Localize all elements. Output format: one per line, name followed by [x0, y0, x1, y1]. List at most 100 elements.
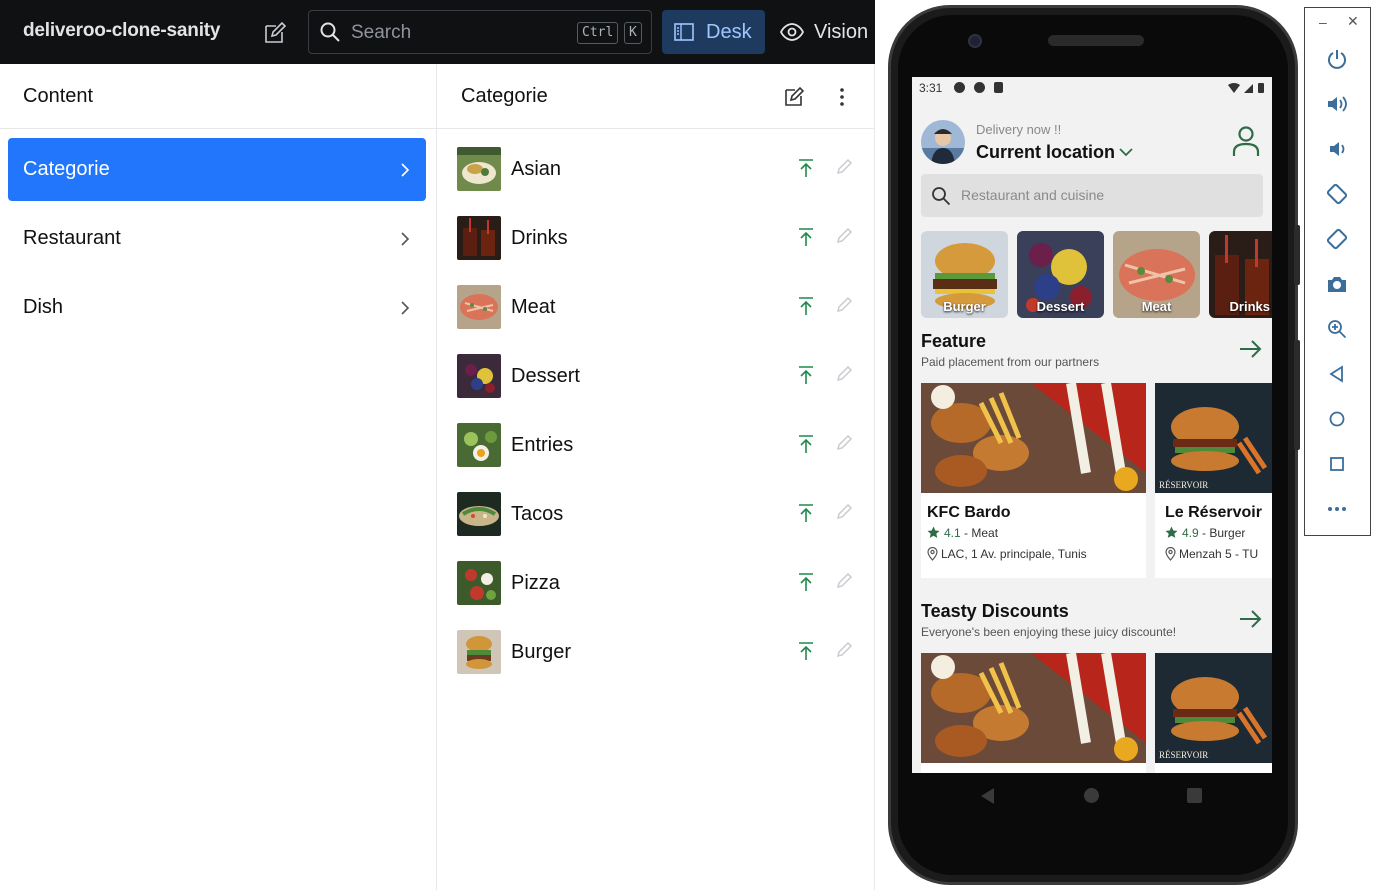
published-icon	[799, 504, 813, 522]
project-name[interactable]: deliveroo-clone-sanity	[23, 20, 220, 42]
compose-icon[interactable]	[262, 20, 288, 46]
location-pin-icon	[1165, 547, 1176, 561]
published-icon	[799, 159, 813, 177]
studio-search[interactable]: Search Ctrl K	[308, 10, 652, 54]
shortcut-ctrl: Ctrl	[577, 22, 619, 44]
document-row[interactable]: Tacos	[437, 481, 874, 550]
published-icon	[799, 297, 813, 315]
list-pane-title: Categorie	[461, 85, 548, 107]
minimize-icon[interactable]: –	[1319, 14, 1327, 30]
shortcut-k: K	[624, 22, 642, 44]
user-icon[interactable]	[1232, 125, 1260, 157]
volume-up-icon[interactable]	[1326, 93, 1348, 115]
edit-pencil-icon[interactable]	[835, 572, 853, 590]
nav-item-label: Restaurant	[23, 227, 121, 249]
document-thumbnail	[457, 630, 501, 674]
document-row[interactable]: Asian	[437, 136, 874, 205]
search-placeholder: Search	[351, 22, 412, 43]
document-thumbnail	[457, 492, 501, 536]
edit-pencil-icon[interactable]	[835, 227, 853, 245]
category-label: Drinks	[1229, 299, 1270, 314]
restaurant-card[interactable]	[921, 653, 1146, 773]
edit-pencil-icon[interactable]	[835, 641, 853, 659]
edit-pencil-icon[interactable]	[835, 503, 853, 521]
notification-icon	[974, 82, 985, 93]
category-card[interactable]: Burger	[921, 231, 1008, 318]
more-vertical-icon[interactable]	[830, 85, 854, 109]
published-icon	[799, 642, 813, 660]
home-circle-icon[interactable]	[1084, 788, 1099, 803]
avatar[interactable]	[921, 120, 965, 164]
restaurant-name: KFC Bardo	[927, 504, 1011, 521]
published-icon	[799, 435, 813, 453]
compose-icon[interactable]	[782, 85, 806, 109]
power-icon[interactable]	[1326, 48, 1348, 70]
volume-side-button[interactable]	[1294, 340, 1300, 450]
nav-item-categorie[interactable]: Categorie	[8, 138, 426, 201]
back-triangle-icon[interactable]	[980, 787, 996, 805]
restaurant-image: RÉSERVOIR	[1155, 653, 1272, 763]
document-row[interactable]: Entries	[437, 412, 874, 481]
category-card[interactable]: Drinks	[1209, 231, 1272, 318]
category-card[interactable]: Meat	[1113, 231, 1200, 318]
home-icon[interactable]	[1326, 408, 1348, 430]
vision-tool-button[interactable]: Vision	[778, 10, 875, 54]
nav-item-dish[interactable]: Dish	[8, 276, 426, 339]
restaurant-name: Le Réservoir	[1165, 504, 1262, 521]
document-thumbnail	[457, 423, 501, 467]
zoom-icon[interactable]	[1326, 318, 1348, 340]
earpiece-speaker	[1048, 35, 1144, 46]
document-row[interactable]: Drinks	[437, 205, 874, 274]
current-location[interactable]: Current location	[976, 142, 1115, 163]
restaurant-rating-row: 4.9 - Burger	[1165, 526, 1245, 540]
rotate-left-icon[interactable]	[1326, 183, 1348, 205]
document-row[interactable]: Meat	[437, 274, 874, 343]
restaurant-image	[921, 653, 1146, 763]
power-side-button[interactable]	[1294, 225, 1300, 285]
restaurant-image	[921, 383, 1146, 493]
edit-pencil-icon[interactable]	[835, 296, 853, 314]
restaurant-card[interactable]: KFC Bardo 4.1 - Meat LAC, 1 Av. principa…	[921, 383, 1146, 578]
location-pin-icon	[927, 547, 938, 561]
edit-pencil-icon[interactable]	[835, 158, 853, 176]
nav-item-restaurant[interactable]: Restaurant	[8, 207, 426, 270]
rotate-right-icon[interactable]	[1326, 228, 1348, 250]
edit-pencil-icon[interactable]	[835, 434, 853, 452]
arrow-right-icon[interactable]	[1238, 609, 1262, 629]
volume-down-icon[interactable]	[1326, 138, 1348, 160]
phone-screen: 3:31 Delivery now !! Current location Re…	[912, 77, 1272, 773]
edit-pencil-icon[interactable]	[835, 365, 853, 383]
recent-apps-icon[interactable]	[1187, 788, 1202, 803]
document-thumbnail	[457, 285, 501, 329]
section-title: Feature	[921, 331, 987, 351]
category-card[interactable]: Dessert	[1017, 231, 1104, 318]
restaurant-genre: - Meat	[960, 526, 999, 540]
restaurant-address: LAC, 1 Av. principale, Tunis	[941, 547, 1087, 561]
document-row[interactable]: Dessert	[437, 343, 874, 412]
nav-item-label: Categorie	[23, 158, 110, 180]
document-row[interactable]: Burger	[437, 619, 874, 688]
more-horizontal-icon[interactable]	[1326, 498, 1348, 520]
arrow-right-icon[interactable]	[1238, 339, 1262, 359]
chevron-down-icon[interactable]	[1118, 145, 1134, 159]
desk-label: Desk	[706, 21, 752, 43]
close-icon[interactable]: ✕	[1347, 13, 1359, 30]
nav-item-label: Dish	[23, 296, 64, 318]
overview-icon[interactable]	[1326, 453, 1348, 475]
restaurant-card[interactable]: RÉSERVOIR	[1155, 653, 1272, 773]
restaurant-rating: 4.1	[944, 526, 961, 540]
desk-tool-button[interactable]: Desk	[662, 10, 765, 54]
screen-root: deliveroo-clone-sanity Search Ctrl K Des…	[0, 0, 1373, 890]
restaurant-search[interactable]: Restaurant and cuisine	[921, 174, 1263, 217]
restaurant-rating: 4.9	[1182, 526, 1199, 540]
front-camera	[968, 34, 982, 48]
camera-icon[interactable]	[1326, 273, 1348, 295]
document-thumbnail	[457, 147, 501, 191]
restaurant-image: RÉSERVOIR	[1155, 383, 1272, 493]
chevron-right-icon	[401, 301, 410, 315]
back-icon[interactable]	[1326, 363, 1348, 385]
document-row[interactable]: Pizza	[437, 550, 874, 619]
document-thumbnail	[457, 354, 501, 398]
content-pane-title: Content	[23, 85, 94, 107]
restaurant-card[interactable]: RÉSERVOIR Le Réservoir 4.9 - Burger Menz…	[1155, 383, 1272, 578]
